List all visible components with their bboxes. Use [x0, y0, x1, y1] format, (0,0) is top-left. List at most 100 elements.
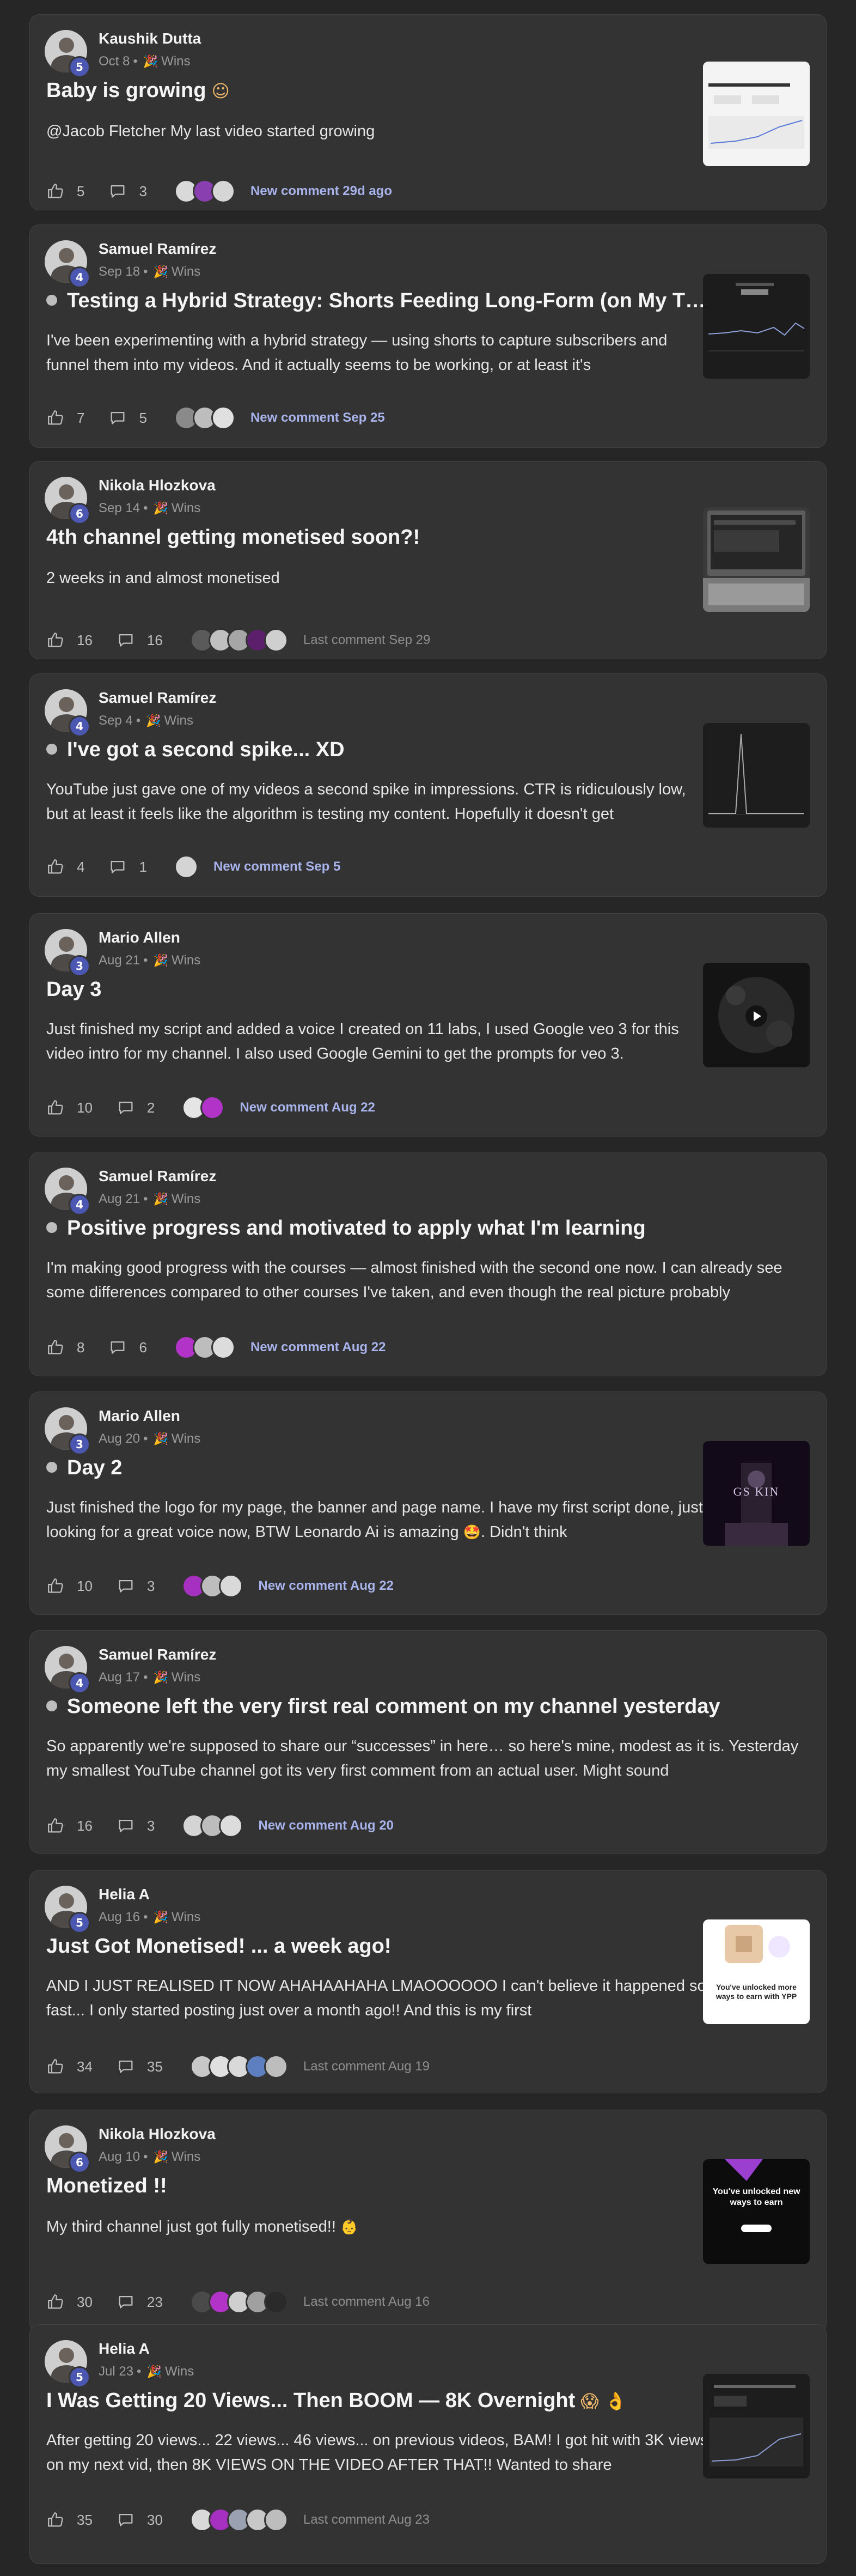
post-thumbnail[interactable]	[703, 274, 810, 379]
post-date[interactable]: Aug 16	[99, 1910, 140, 1924]
last-activity[interactable]: New comment 29d ago	[250, 184, 392, 199]
post-title[interactable]: Someone left the very first real comment…	[46, 1695, 720, 1718]
last-activity[interactable]: New comment Aug 22	[240, 1100, 375, 1115]
author-name[interactable]: Kaushik Dutta	[99, 30, 201, 47]
post-thumbnail[interactable]	[703, 62, 810, 166]
post-card[interactable]: 6 Nikola Hlozkova Aug 10 • 🎉 Wins Monetized !!…	[29, 2110, 827, 2333]
commenter-avatar[interactable]	[200, 1096, 225, 1120]
category-label[interactable]: Wins	[172, 1670, 200, 1685]
category-label[interactable]: Wins	[172, 1910, 200, 1924]
category-label[interactable]: Wins	[172, 2149, 200, 2164]
post-preview[interactable]: 2 weeks in and almost monetised	[46, 566, 711, 591]
post-date[interactable]: Aug 17	[99, 1670, 140, 1685]
last-activity[interactable]: Last comment Aug 23	[303, 2512, 430, 2528]
category-label[interactable]: Wins	[161, 54, 190, 69]
thumbs-up-icon[interactable]	[46, 182, 65, 201]
category-label[interactable]: Wins	[172, 1431, 200, 1446]
author-avatar[interactable]: 5	[45, 2340, 90, 2388]
thumbs-up-icon[interactable]	[46, 2057, 65, 2076]
post-title[interactable]: 4th channel getting monetised soon?!	[46, 526, 420, 549]
post-card[interactable]: 4 Samuel Ramírez Aug 17 • 🎉 Wins Someone left …	[29, 1630, 827, 1854]
speech-bubble-icon[interactable]	[117, 2057, 135, 2076]
thumbs-up-icon[interactable]	[46, 1816, 65, 1835]
thumbs-up-icon[interactable]	[46, 1577, 65, 1595]
speech-bubble-icon[interactable]	[108, 858, 127, 876]
post-thumbnail[interactable]: You've unlocked new ways to earn	[703, 2159, 810, 2264]
commenter-avatar[interactable]	[174, 855, 198, 879]
thumbs-up-icon[interactable]	[46, 409, 65, 427]
author-name[interactable]: Mario Allen	[99, 929, 180, 946]
speech-bubble-icon[interactable]	[108, 182, 127, 201]
post-preview[interactable]: After getting 20 views... 22 views... 46…	[46, 2428, 711, 2477]
post-card[interactable]: 4 Samuel Ramírez Sep 4 • 🎉 Wins I've got a sec…	[29, 673, 827, 897]
author-avatar[interactable]: 5	[45, 1886, 90, 1934]
category-label[interactable]: Wins	[172, 501, 200, 515]
author-avatar[interactable]: 5	[45, 30, 90, 78]
speech-bubble-icon[interactable]	[117, 2511, 135, 2529]
author-avatar[interactable]: 6	[45, 477, 90, 525]
author-avatar[interactable]: 3	[45, 1407, 90, 1455]
post-card[interactable]: 3 Mario Allen Aug 21 • 🎉 Wins Day 3 Just finish…	[29, 913, 827, 1137]
category-label[interactable]: Wins	[165, 2364, 194, 2379]
post-title[interactable]: I've got a second spike... XD	[46, 738, 345, 762]
post-preview[interactable]: My third channel just got fully monetise…	[46, 2215, 711, 2240]
post-title[interactable]: I Was Getting 20 Views... Then BOOM — 8K…	[46, 2389, 627, 2413]
commenter-avatar[interactable]	[219, 1574, 243, 1598]
post-preview[interactable]: I'm making good progress with the course…	[46, 1256, 809, 1305]
play-icon[interactable]	[745, 1005, 767, 1027]
post-title[interactable]: Day 2	[46, 1456, 122, 1480]
author-name[interactable]: Mario Allen	[99, 1407, 180, 1425]
post-card[interactable]: 4 Samuel Ramírez Aug 21 • 🎉 Wins Positive prog…	[29, 1152, 827, 1376]
commenter-avatar[interactable]	[211, 179, 235, 203]
post-thumbnail[interactable]: You've unlocked more ways to earn with Y…	[703, 1919, 810, 2024]
author-name[interactable]: Nikola Hlozkova	[99, 477, 216, 494]
post-title[interactable]: Just Got Monetised! ... a week ago!	[46, 1935, 391, 1958]
post-card[interactable]: 5 Kaushik Dutta Oct 8 • 🎉 Wins Baby is growing…	[29, 14, 827, 210]
post-preview[interactable]: Just finished the logo for my page, the …	[46, 1496, 711, 1545]
author-name[interactable]: Nikola Hlozkova	[99, 2125, 216, 2143]
thumbs-up-icon[interactable]	[46, 1338, 65, 1357]
commenter-avatar[interactable]	[264, 2290, 288, 2314]
last-activity[interactable]: Last comment Sep 29	[303, 633, 430, 648]
thumbs-up-icon[interactable]	[46, 2293, 65, 2311]
post-date[interactable]: Sep 14	[99, 501, 140, 515]
author-avatar[interactable]: 4	[45, 240, 90, 288]
post-date[interactable]: Sep 18	[99, 264, 140, 279]
thumbs-up-icon[interactable]	[46, 2511, 65, 2529]
post-date[interactable]: Aug 10	[99, 2149, 140, 2164]
speech-bubble-icon[interactable]	[117, 1098, 135, 1117]
post-thumbnail[interactable]	[703, 2374, 810, 2478]
post-title[interactable]: Baby is growing ☺	[46, 79, 230, 102]
thumbs-up-icon[interactable]	[46, 858, 65, 876]
category-label[interactable]: Wins	[172, 264, 200, 279]
commenter-avatar[interactable]	[264, 2055, 288, 2079]
post-title[interactable]: Monetized !!	[46, 2174, 167, 2198]
post-title[interactable]: Testing a Hybrid Strategy: Shorts Feedin…	[46, 289, 716, 313]
last-activity[interactable]: Last comment Aug 19	[303, 2059, 430, 2074]
post-date[interactable]: Sep 4	[99, 713, 133, 728]
last-activity[interactable]: New comment Sep 25	[250, 410, 385, 426]
author-avatar[interactable]: 4	[45, 689, 90, 737]
last-activity[interactable]: Last comment Aug 16	[303, 2294, 430, 2310]
thumbs-up-icon[interactable]	[46, 631, 65, 649]
post-thumbnail[interactable]	[703, 507, 810, 612]
post-title[interactable]: Positive progress and motivated to apply…	[46, 1217, 646, 1240]
post-thumbnail[interactable]: GS KIN	[703, 1441, 810, 1546]
category-label[interactable]: Wins	[172, 1192, 200, 1206]
speech-bubble-icon[interactable]	[117, 631, 135, 649]
post-card[interactable]: 5 Helia A Jul 23 • 🎉 Wins I Was Getting 20 Vie…	[29, 2324, 827, 2564]
post-preview[interactable]: So apparently we're supposed to share ou…	[46, 1734, 809, 1783]
thumbs-up-icon[interactable]	[46, 1098, 65, 1117]
post-date[interactable]: Aug 20	[99, 1431, 140, 1446]
post-date[interactable]: Oct 8	[99, 54, 130, 69]
author-avatar[interactable]: 3	[45, 929, 90, 977]
post-card[interactable]: 6 Nikola Hlozkova Sep 14 • 🎉 Wins 4th channel …	[29, 461, 827, 659]
speech-bubble-icon[interactable]	[108, 409, 127, 427]
post-card[interactable]: 5 Helia A Aug 16 • 🎉 Wins Just Got Monetised! …	[29, 1870, 827, 2093]
last-activity[interactable]: New comment Aug 22	[250, 1340, 386, 1355]
post-title[interactable]: Day 3	[46, 978, 101, 1001]
commenter-avatar[interactable]	[211, 1335, 235, 1359]
post-thumbnail[interactable]	[703, 723, 810, 828]
author-name[interactable]: Samuel Ramírez	[99, 240, 216, 258]
author-avatar[interactable]: 6	[45, 2125, 90, 2173]
